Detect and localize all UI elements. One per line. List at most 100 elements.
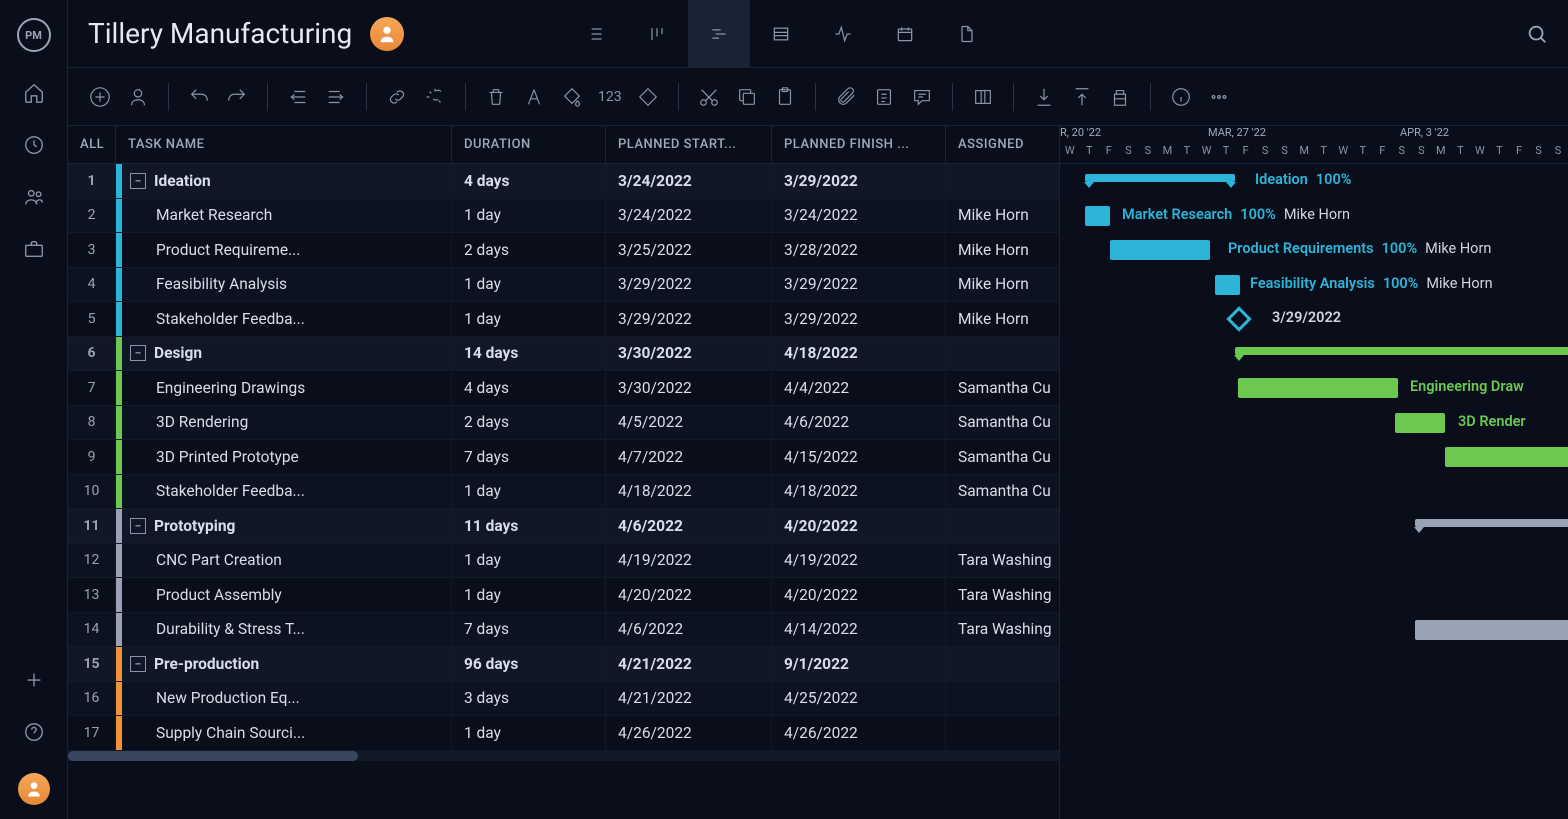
copy-button[interactable] [735, 85, 759, 109]
finish-cell[interactable]: 4/20/2022 [772, 578, 946, 612]
app-logo[interactable]: PM [17, 18, 51, 52]
finish-cell[interactable]: 3/28/2022 [772, 233, 946, 267]
table-row[interactable]: 1 − Ideation 4 days 3/24/2022 3/29/2022 [68, 164, 1059, 199]
table-row[interactable]: 12 CNC Part Creation 1 day 4/19/2022 4/1… [68, 544, 1059, 579]
table-row[interactable]: 13 Product Assembly 1 day 4/20/2022 4/20… [68, 578, 1059, 613]
task-name-cell[interactable]: Product Requireme... [116, 233, 452, 267]
finish-cell[interactable]: 3/24/2022 [772, 199, 946, 233]
table-row[interactable]: 11 − Prototyping 11 days 4/6/2022 4/20/2… [68, 509, 1059, 544]
start-cell[interactable]: 3/30/2022 [606, 371, 772, 405]
duration-cell[interactable]: 2 days [452, 233, 606, 267]
table-row[interactable]: 15 − Pre-production 96 days 4/21/2022 9/… [68, 647, 1059, 682]
help-icon[interactable] [23, 721, 45, 743]
table-row[interactable]: 17 Supply Chain Sourci... 1 day 4/26/202… [68, 716, 1059, 751]
collapse-icon[interactable]: − [130, 656, 146, 672]
start-cell[interactable]: 4/21/2022 [606, 682, 772, 716]
horizontal-scrollbar[interactable] [68, 751, 1059, 761]
task-name-cell[interactable]: − Prototyping [116, 509, 452, 543]
clock-icon[interactable] [23, 134, 45, 156]
gantt-row[interactable] [1060, 475, 1568, 510]
gantt-row[interactable] [1060, 716, 1568, 751]
view-list[interactable] [564, 0, 626, 68]
text-style-button[interactable] [522, 85, 546, 109]
duration-cell[interactable]: 4 days [452, 371, 606, 405]
table-row[interactable]: 6 − Design 14 days 3/30/2022 4/18/2022 [68, 337, 1059, 372]
finish-cell[interactable]: 4/14/2022 [772, 613, 946, 647]
finish-cell[interactable]: 9/1/2022 [772, 647, 946, 681]
finish-cell[interactable]: 3/29/2022 [772, 302, 946, 336]
search-icon[interactable] [1526, 23, 1548, 45]
task-name-cell[interactable]: 3D Rendering [116, 406, 452, 440]
start-cell[interactable]: 4/6/2022 [606, 509, 772, 543]
assigned-cell[interactable] [946, 682, 1059, 716]
gantt-chart[interactable]: R, 20 '22MAR, 27 '22APR, 3 '22 WTFSSMTWT… [1060, 126, 1568, 819]
table-row[interactable]: 4 Feasibility Analysis 1 day 3/29/2022 3… [68, 268, 1059, 303]
cut-button[interactable] [697, 85, 721, 109]
task-name-cell[interactable]: Durability & Stress T... [116, 613, 452, 647]
task-name-cell[interactable]: Engineering Drawings [116, 371, 452, 405]
view-sheet[interactable] [750, 0, 812, 68]
duration-cell[interactable]: 1 day [452, 475, 606, 509]
start-cell[interactable]: 3/30/2022 [606, 337, 772, 371]
duration-cell[interactable]: 4 days [452, 164, 606, 198]
briefcase-icon[interactable] [23, 238, 45, 260]
assign-button[interactable] [126, 85, 150, 109]
notes-button[interactable] [872, 85, 896, 109]
start-cell[interactable]: 4/5/2022 [606, 406, 772, 440]
start-cell[interactable]: 4/26/2022 [606, 716, 772, 750]
table-row[interactable]: 3 Product Requireme... 2 days 3/25/2022 … [68, 233, 1059, 268]
info-button[interactable] [1169, 85, 1193, 109]
home-icon[interactable] [23, 82, 45, 104]
gantt-bar[interactable] [1110, 240, 1210, 260]
assigned-cell[interactable] [946, 164, 1059, 198]
duration-cell[interactable]: 96 days [452, 647, 606, 681]
assigned-cell[interactable]: Samantha Cu [946, 406, 1059, 440]
attachment-button[interactable] [834, 85, 858, 109]
unlink-button[interactable] [423, 85, 447, 109]
view-calendar[interactable] [874, 0, 936, 68]
gantt-bar[interactable] [1215, 275, 1240, 295]
assigned-cell[interactable]: Tara Washing [946, 613, 1059, 647]
duration-cell[interactable]: 3 days [452, 682, 606, 716]
gantt-row[interactable]: 3/29/2022 [1060, 302, 1568, 337]
start-cell[interactable]: 3/24/2022 [606, 199, 772, 233]
gantt-row[interactable]: Product Requirements100%Mike Horn [1060, 233, 1568, 268]
gantt-row[interactable]: Market Research100%Mike Horn [1060, 199, 1568, 234]
duration-cell[interactable]: 1 day [452, 268, 606, 302]
start-cell[interactable]: 4/19/2022 [606, 544, 772, 578]
link-button[interactable] [385, 85, 409, 109]
user-avatar[interactable] [18, 773, 50, 805]
duration-cell[interactable]: 11 days [452, 509, 606, 543]
finish-cell[interactable]: 3/29/2022 [772, 164, 946, 198]
add-button[interactable] [88, 85, 112, 109]
assigned-cell[interactable] [946, 716, 1059, 750]
gantt-bar[interactable] [1235, 347, 1568, 355]
duration-cell[interactable]: 7 days [452, 613, 606, 647]
table-row[interactable]: 7 Engineering Drawings 4 days 3/30/2022 … [68, 371, 1059, 406]
start-cell[interactable]: 3/24/2022 [606, 164, 772, 198]
duration-cell[interactable]: 14 days [452, 337, 606, 371]
task-name-cell[interactable]: − Pre-production [116, 647, 452, 681]
finish-cell[interactable]: 4/15/2022 [772, 440, 946, 474]
assigned-cell[interactable]: Samantha Cu [946, 475, 1059, 509]
col-task[interactable]: TASK NAME [116, 126, 452, 163]
task-name-cell[interactable]: − Ideation [116, 164, 452, 198]
duration-cell[interactable]: 1 day [452, 716, 606, 750]
task-name-cell[interactable]: CNC Part Creation [116, 544, 452, 578]
finish-cell[interactable]: 4/4/2022 [772, 371, 946, 405]
task-name-cell[interactable]: Market Research [116, 199, 452, 233]
gantt-row[interactable] [1060, 682, 1568, 717]
duration-cell[interactable]: 7 days [452, 440, 606, 474]
outdent-button[interactable] [286, 85, 310, 109]
task-name-cell[interactable]: Supply Chain Sourci... [116, 716, 452, 750]
view-activity[interactable] [812, 0, 874, 68]
collapse-icon[interactable]: − [130, 345, 146, 361]
assigned-cell[interactable]: Mike Horn [946, 302, 1059, 336]
col-finish[interactable]: PLANNED FINISH ... [772, 126, 946, 163]
task-name-cell[interactable]: Stakeholder Feedba... [116, 475, 452, 509]
gantt-row[interactable]: Ideation100% [1060, 164, 1568, 199]
assigned-cell[interactable]: Tara Washing [946, 578, 1059, 612]
fill-button[interactable] [560, 85, 584, 109]
duration-cell[interactable]: 1 day [452, 302, 606, 336]
more-button[interactable] [1207, 85, 1231, 109]
